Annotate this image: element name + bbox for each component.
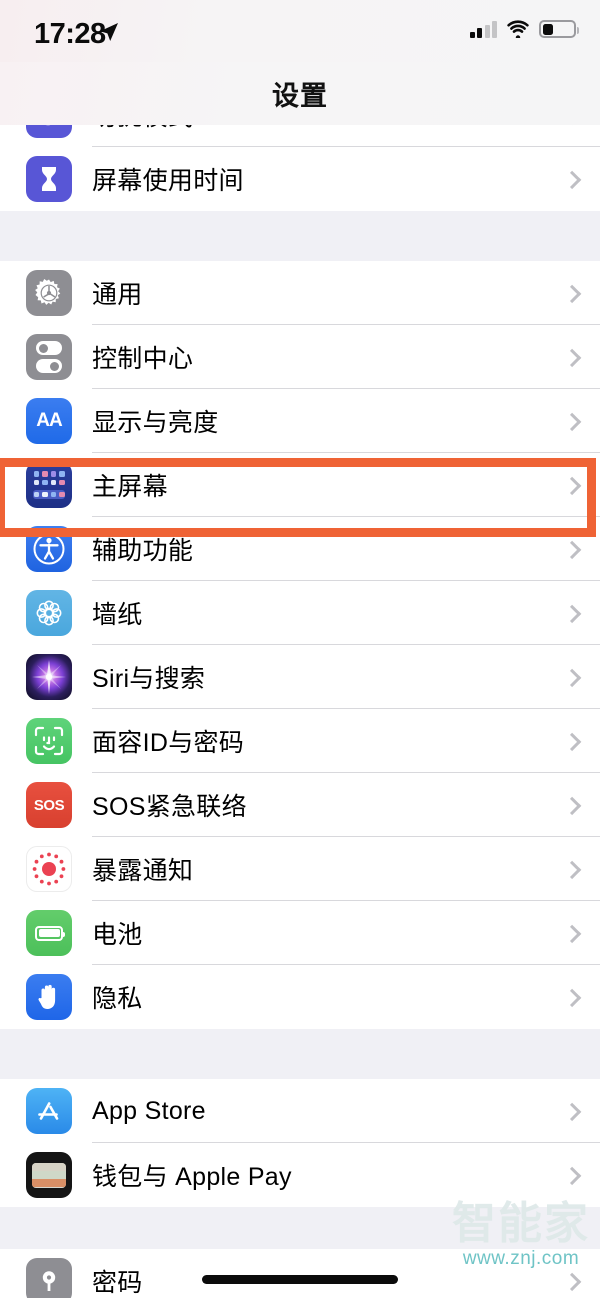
chevron-right-icon bbox=[540, 125, 600, 147]
sidebar-item-home-screen[interactable]: 主屏幕 bbox=[0, 453, 600, 517]
row-label: 主屏幕 bbox=[92, 473, 168, 501]
settings-group-system: 通用 控制中心 AA 显示与亮度 主屏幕 辅助功能 墙纸 Siri与搜索 面容I… bbox=[0, 261, 600, 1029]
app-store-icon bbox=[26, 1088, 72, 1134]
passwords-key-icon bbox=[26, 1258, 72, 1298]
chevron-right-icon bbox=[540, 147, 600, 211]
row-label: 墙纸 bbox=[92, 601, 143, 629]
section-gap bbox=[0, 1207, 600, 1249]
face-id-icon bbox=[26, 718, 72, 764]
status-bar: 17:28 bbox=[0, 0, 600, 62]
row-label: SOS紧急联络 bbox=[92, 793, 247, 821]
sidebar-item-wallpaper[interactable]: 墙纸 bbox=[0, 581, 600, 645]
location-arrow-icon bbox=[100, 23, 118, 41]
chevron-right-icon bbox=[540, 965, 600, 1029]
sidebar-item-accessibility[interactable]: 辅助功能 bbox=[0, 517, 600, 581]
settings-group-store: App Store 钱包与 Apple Pay bbox=[0, 1079, 600, 1207]
chevron-right-icon bbox=[540, 517, 600, 581]
row-label: 辅助功能 bbox=[92, 537, 194, 565]
chevron-right-icon bbox=[540, 709, 600, 773]
chevron-right-icon bbox=[540, 1143, 600, 1207]
chevron-right-icon bbox=[540, 325, 600, 389]
iphone-settings-screen: 17:28 设置 屏幕使用时间 通用 控制中心 AA 显示与亮度 主屏幕 辅助功… bbox=[0, 0, 600, 1298]
chevron-right-icon bbox=[540, 837, 600, 901]
sidebar-item-screen-time[interactable]: 屏幕使用时间 bbox=[0, 147, 600, 211]
row-label: 通用 bbox=[92, 281, 143, 309]
row-label: 钱包与 Apple Pay bbox=[92, 1163, 292, 1191]
sidebar-item-siri-search[interactable]: Siri与搜索 bbox=[0, 645, 600, 709]
chevron-right-icon bbox=[540, 389, 600, 453]
chevron-right-icon bbox=[540, 1079, 600, 1143]
sidebar-item-general[interactable]: 通用 bbox=[0, 261, 600, 325]
sidebar-item-battery[interactable]: 电池 bbox=[0, 901, 600, 965]
row-label: 控制中心 bbox=[92, 345, 194, 373]
wallet-apple-pay-icon bbox=[26, 1152, 72, 1198]
do-not-disturb-icon bbox=[26, 125, 72, 138]
row-label: 显示与亮度 bbox=[92, 409, 219, 437]
wifi-icon bbox=[507, 20, 529, 38]
chevron-right-icon bbox=[540, 645, 600, 709]
display-brightness-icon: AA bbox=[26, 398, 72, 444]
row-label: 隐私 bbox=[92, 985, 143, 1013]
home-indicator-bar[interactable] bbox=[202, 1275, 398, 1284]
privacy-hand-icon bbox=[26, 974, 72, 1020]
sidebar-item-face-id-passcode[interactable]: 面容ID与密码 bbox=[0, 709, 600, 773]
row-label: 密码 bbox=[92, 1269, 143, 1297]
settings-list[interactable]: 勿扰模式 屏幕使用时间 bbox=[0, 125, 600, 1298]
exposure-notifications-icon bbox=[26, 846, 72, 892]
screen-time-icon bbox=[26, 156, 72, 202]
cellular-signal-icon bbox=[469, 20, 497, 38]
battery-settings-icon bbox=[26, 910, 72, 956]
row-label: 暴露通知 bbox=[92, 857, 194, 885]
row-label: 屏幕使用时间 bbox=[92, 167, 244, 195]
wallpaper-icon bbox=[26, 590, 72, 636]
sidebar-item-app-store[interactable]: App Store bbox=[0, 1079, 600, 1143]
row-label: 勿扰模式 bbox=[92, 125, 193, 133]
chevron-right-icon bbox=[540, 581, 600, 645]
row-label: 电池 bbox=[92, 921, 143, 949]
sidebar-item-emergency-sos[interactable]: SOS SOS紧急联络 bbox=[0, 773, 600, 837]
sidebar-item-control-center[interactable]: 控制中心 bbox=[0, 325, 600, 389]
sidebar-item-privacy[interactable]: 隐私 bbox=[0, 965, 600, 1029]
chevron-right-icon bbox=[540, 901, 600, 965]
chevron-right-icon bbox=[540, 261, 600, 325]
chevron-right-icon bbox=[540, 1249, 600, 1298]
sidebar-item-exposure-notifications[interactable]: 暴露通知 bbox=[0, 837, 600, 901]
home-screen-icon bbox=[26, 462, 72, 508]
battery-icon bbox=[539, 20, 579, 38]
siri-icon bbox=[26, 654, 72, 700]
section-gap bbox=[0, 1029, 600, 1079]
page-title: 设置 bbox=[272, 81, 328, 111]
row-label: Siri与搜索 bbox=[92, 665, 206, 693]
sidebar-item-display-brightness[interactable]: AA 显示与亮度 bbox=[0, 389, 600, 453]
status-indicators bbox=[469, 20, 579, 38]
chevron-right-icon bbox=[540, 773, 600, 837]
section-gap bbox=[0, 211, 600, 261]
accessibility-icon bbox=[26, 526, 72, 572]
row-label: 面容ID与密码 bbox=[92, 729, 245, 757]
settings-group-top: 勿扰模式 屏幕使用时间 bbox=[0, 125, 600, 211]
navigation-bar: 设置 bbox=[0, 62, 600, 125]
row-label: App Store bbox=[92, 1096, 206, 1125]
sidebar-item-do-not-disturb[interactable]: 勿扰模式 bbox=[0, 125, 600, 147]
status-time: 17:28 bbox=[34, 18, 106, 50]
chevron-right-icon bbox=[540, 453, 600, 517]
control-center-icon bbox=[26, 334, 72, 380]
general-gear-icon bbox=[26, 270, 72, 316]
sidebar-item-wallet-apple-pay[interactable]: 钱包与 Apple Pay bbox=[0, 1143, 600, 1207]
sos-icon: SOS bbox=[26, 782, 72, 828]
settings-group-accounts: 密码 bbox=[0, 1249, 600, 1298]
sidebar-item-passwords[interactable]: 密码 bbox=[0, 1249, 600, 1298]
